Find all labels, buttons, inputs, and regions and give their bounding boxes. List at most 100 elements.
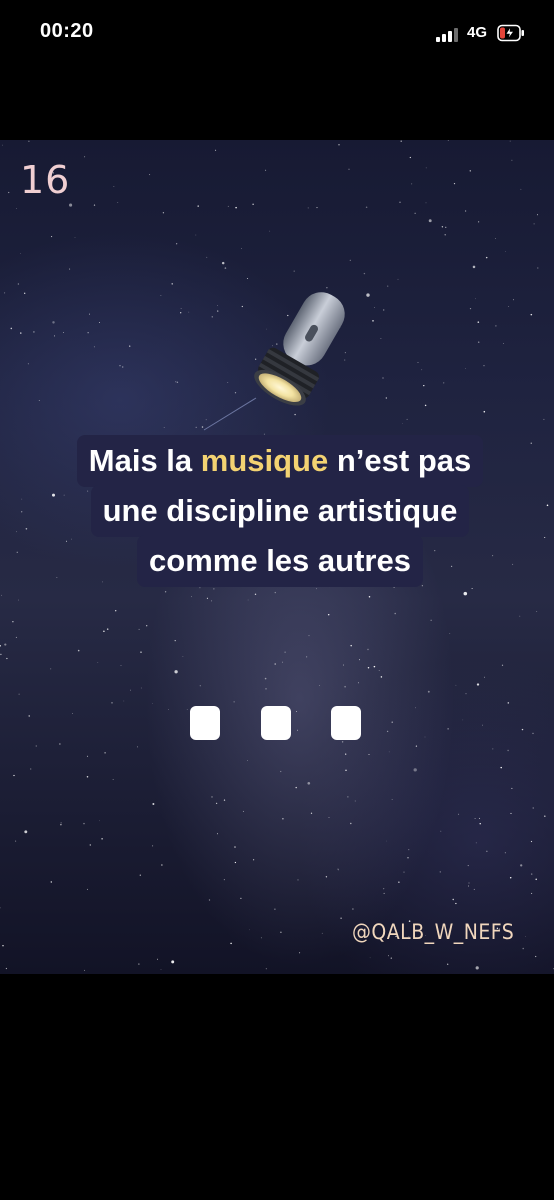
star	[468, 882, 470, 884]
star	[152, 703, 153, 704]
star	[505, 251, 506, 252]
star	[129, 345, 131, 347]
star	[282, 661, 283, 663]
star	[467, 865, 469, 867]
star	[421, 585, 423, 587]
star	[307, 207, 309, 209]
star	[15, 636, 17, 638]
star	[264, 677, 267, 680]
star	[138, 628, 140, 630]
star	[4, 643, 7, 646]
star	[180, 308, 182, 309]
star	[443, 382, 445, 384]
star	[340, 917, 342, 919]
star	[223, 879, 225, 881]
star	[544, 536, 546, 539]
star	[86, 776, 89, 778]
star	[160, 969, 162, 971]
star	[63, 331, 64, 333]
star	[274, 591, 276, 594]
star	[428, 219, 432, 223]
star	[475, 966, 479, 970]
star	[106, 628, 109, 630]
star	[455, 684, 457, 686]
star	[397, 278, 399, 280]
star	[119, 365, 121, 367]
star	[16, 531, 17, 533]
star	[241, 248, 242, 249]
star	[195, 234, 197, 236]
star	[69, 268, 71, 270]
star	[274, 663, 276, 665]
star	[175, 381, 177, 383]
star	[533, 223, 535, 225]
star	[120, 664, 122, 667]
star	[211, 600, 213, 602]
star	[54, 335, 55, 337]
star	[0, 645, 1, 647]
star	[530, 840, 533, 843]
star	[1, 594, 2, 596]
story-caption: Mais la musique n’est pas une discipline…	[40, 435, 520, 587]
star	[199, 685, 201, 687]
star	[137, 746, 138, 748]
white-square-icon	[331, 706, 361, 740]
star	[403, 871, 405, 873]
battery-charging-icon	[497, 24, 524, 42]
star	[77, 649, 80, 652]
star	[24, 292, 26, 294]
star	[407, 857, 409, 859]
star	[367, 667, 370, 669]
star	[374, 307, 375, 308]
star	[252, 203, 254, 205]
star	[8, 191, 10, 194]
star	[188, 311, 190, 313]
star	[182, 656, 184, 658]
star	[520, 188, 522, 190]
star	[50, 881, 53, 883]
star	[316, 207, 318, 209]
star	[520, 864, 523, 867]
star	[504, 852, 506, 854]
star	[293, 270, 295, 272]
star	[471, 588, 473, 589]
star	[409, 156, 411, 159]
star	[482, 724, 483, 726]
star	[30, 768, 32, 770]
star	[199, 587, 201, 589]
star	[162, 212, 165, 214]
star	[484, 676, 485, 678]
star	[280, 770, 282, 773]
star	[363, 272, 366, 275]
star	[483, 410, 486, 413]
star	[495, 325, 497, 327]
star	[224, 267, 227, 269]
star	[16, 207, 17, 209]
star	[411, 183, 413, 185]
star	[338, 144, 340, 146]
star	[86, 888, 88, 890]
star	[485, 256, 488, 259]
star	[101, 838, 103, 840]
star	[28, 140, 30, 143]
star	[343, 664, 344, 666]
star	[104, 752, 106, 754]
star	[295, 786, 297, 789]
star	[20, 332, 22, 334]
star	[544, 815, 546, 817]
status-time: 00:20	[40, 20, 94, 42]
star	[464, 210, 467, 212]
star	[476, 683, 480, 686]
star	[112, 779, 114, 780]
star	[327, 613, 330, 616]
star	[299, 952, 301, 954]
star	[12, 621, 14, 623]
star	[380, 338, 382, 339]
star	[408, 849, 410, 851]
star	[122, 366, 124, 368]
star	[265, 169, 267, 171]
star	[478, 817, 481, 819]
star	[348, 168, 350, 170]
star	[163, 427, 165, 428]
star	[10, 327, 13, 330]
